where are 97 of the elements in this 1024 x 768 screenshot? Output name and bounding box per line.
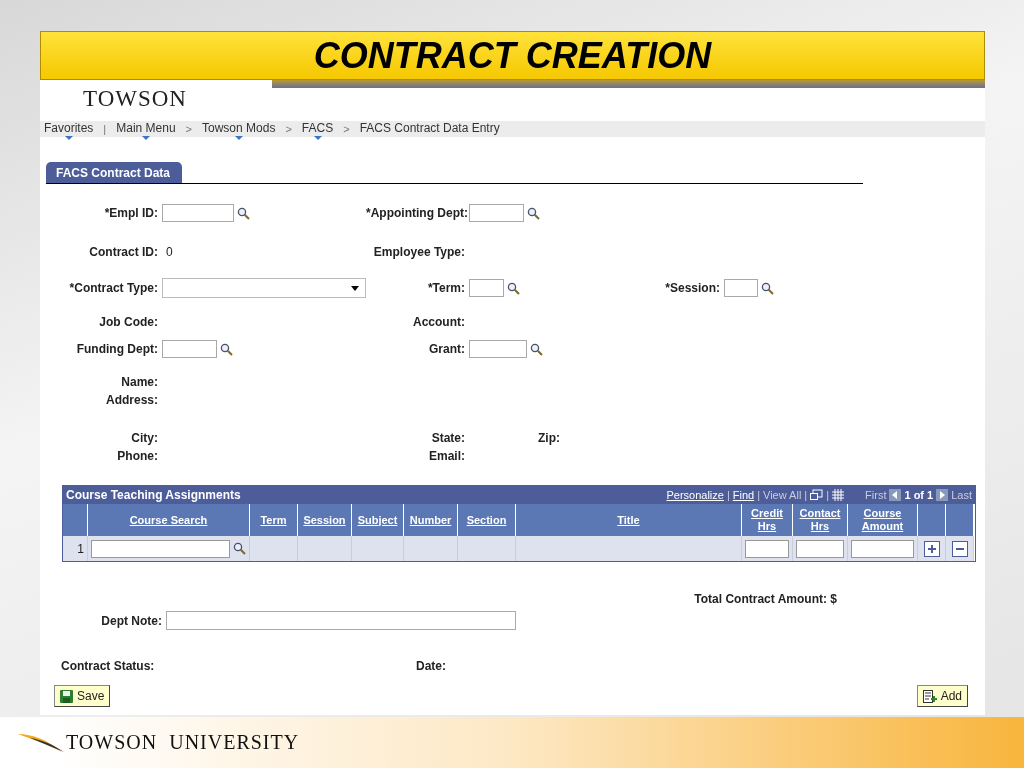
field-label: State: — [430, 431, 466, 445]
field-label: Funding Dept: — [75, 342, 159, 356]
row-count: 1 of 1 — [904, 489, 934, 501]
field-label: Account: — [412, 315, 466, 329]
table-cell — [458, 536, 516, 561]
search-icon[interactable] — [233, 542, 246, 555]
add-button[interactable]: Add — [916, 685, 968, 707]
column-header[interactable]: Number — [404, 504, 458, 536]
next-icon[interactable] — [936, 489, 949, 501]
footer-logo-text: TOWSON UNIVERSITY — [66, 731, 300, 754]
input-field[interactable] — [91, 539, 230, 558]
spreadsheet-icon[interactable] — [832, 489, 845, 501]
dropdown-field[interactable] — [162, 278, 366, 298]
search-icon[interactable] — [527, 206, 540, 220]
add-page-icon — [922, 689, 937, 703]
field-label: Contract ID: — [88, 245, 159, 259]
field-label: *Contract Type: — [68, 281, 159, 295]
search-icon[interactable] — [530, 342, 543, 356]
dropdown-icon — [141, 136, 150, 140]
delete-row-button[interactable] — [951, 540, 968, 557]
row-number: 1 — [63, 536, 88, 561]
table-cell — [404, 536, 458, 561]
table-cell — [352, 536, 404, 561]
field-label: *Appointing Dept: — [366, 206, 469, 220]
column-header[interactable]: Subject — [352, 504, 404, 536]
column-header[interactable]: Contact Hrs — [793, 504, 848, 536]
column-header[interactable]: Title — [516, 504, 742, 536]
input-field[interactable] — [469, 204, 524, 222]
grid-title: Course Teaching Assignments — [66, 488, 241, 502]
date-label: Date: — [416, 659, 446, 673]
status-label: Contract Status: — [61, 659, 156, 673]
input-field[interactable] — [796, 539, 844, 558]
separator: | — [102, 123, 108, 135]
field-value: 0 — [166, 245, 173, 259]
field-label: *Term: — [426, 281, 466, 295]
dropdown-icon — [313, 136, 322, 140]
breadcrumb-link[interactable]: FACS Contract Data Entry — [355, 121, 504, 141]
breadcrumb-link[interactable]: Favorites — [40, 121, 98, 141]
input-field[interactable] — [851, 539, 914, 558]
column-header — [63, 504, 88, 536]
search-icon[interactable] — [220, 342, 233, 356]
column-header — [946, 504, 974, 536]
separator: | — [804, 489, 808, 501]
slide-title: CONTRACT CREATION — [40, 31, 985, 80]
page-tab[interactable]: FACS Contract Data — [46, 162, 183, 183]
search-icon[interactable] — [761, 281, 774, 295]
field-label: Name: — [120, 375, 159, 389]
input-field[interactable] — [724, 279, 758, 297]
field-label: Address: — [105, 393, 159, 407]
save-button[interactable]: Save — [54, 685, 111, 707]
field-label: Dept Note: — [100, 613, 163, 628]
total-label: Total Contract Amount: $ — [694, 592, 837, 606]
field-label: Zip: — [537, 431, 561, 445]
column-header[interactable]: Course Amount — [848, 504, 918, 536]
breadcrumb-link[interactable]: Main Menu — [112, 121, 180, 141]
separator: > — [184, 123, 194, 135]
field-label: Phone: — [116, 449, 159, 463]
input-field[interactable] — [469, 340, 527, 358]
input-field[interactable] — [745, 539, 789, 558]
separator: | — [726, 489, 730, 501]
field-label: Job Code: — [98, 315, 159, 329]
field-label: City: — [130, 431, 159, 445]
field-label: *Session: — [664, 281, 721, 295]
logo: TOWSON — [83, 86, 187, 113]
column-header[interactable]: Section — [458, 504, 516, 536]
input-field[interactable] — [162, 204, 234, 222]
input-field[interactable] — [469, 279, 504, 297]
plus-icon — [926, 543, 937, 554]
separator: > — [342, 123, 351, 135]
column-header[interactable]: Session — [298, 504, 352, 536]
dropdown-icon — [234, 136, 243, 140]
grid-link[interactable]: Find — [732, 489, 755, 501]
breadcrumb-link[interactable]: Towson Mods — [198, 121, 280, 141]
separator: | — [826, 489, 830, 501]
caret-icon — [351, 285, 359, 291]
field-label: Grant: — [428, 342, 466, 356]
previous-icon[interactable] — [889, 489, 902, 501]
search-icon[interactable] — [237, 206, 250, 220]
search-icon[interactable] — [507, 281, 520, 295]
separator: > — [284, 123, 293, 135]
grid-link[interactable]: Personalize — [666, 489, 724, 501]
column-header[interactable]: Credit Hrs — [742, 504, 793, 536]
breadcrumb-link[interactable]: FACS — [297, 121, 338, 141]
field-label: *Empl ID: — [103, 206, 159, 220]
table-cell — [298, 536, 352, 561]
zoom-grid-icon[interactable] — [810, 489, 824, 501]
input-field[interactable] — [162, 340, 217, 358]
column-header — [918, 504, 946, 536]
input-field[interactable] — [166, 611, 516, 630]
separator: | — [757, 489, 761, 501]
dropdown-icon — [64, 136, 73, 140]
column-header[interactable]: Course Search — [88, 504, 250, 536]
field-label: Employee Type: — [372, 245, 466, 259]
field-label: Email: — [428, 449, 466, 463]
column-header[interactable]: Term — [250, 504, 298, 536]
add-row-button[interactable] — [923, 540, 940, 557]
view-all-link[interactable]: View All — [763, 489, 802, 501]
